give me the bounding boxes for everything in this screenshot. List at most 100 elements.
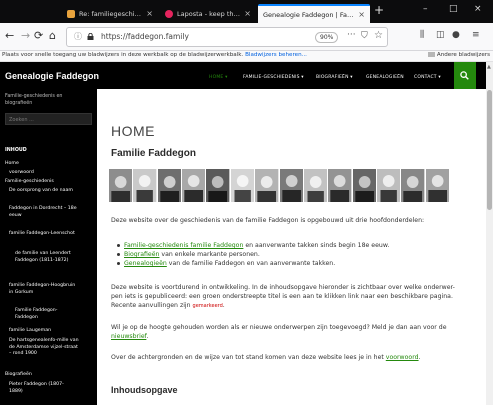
- sidebar-item-faddegon-faddegon[interactable]: Familie Faddegon-Faddegon: [15, 308, 75, 321]
- other-bookmarks-label: Andere bladwijzers: [436, 52, 490, 58]
- page-title: HOME: [111, 123, 155, 139]
- newsletter-text: Wil je op de hoogte gehouden worden als …: [111, 324, 447, 340]
- navigation-bar: ← → ⟳ ⌂ ⓘ https://faddegon.family 90% ··…: [0, 23, 493, 51]
- other-bookmarks[interactable]: Andere bladwijzers: [427, 52, 490, 58]
- browser-tab-2[interactable]: Laposta - keep them posted ×: [160, 4, 256, 23]
- laposta-icon: [165, 9, 173, 18]
- section-list: Familie-geschiedenis familie Faddegon en…: [117, 241, 457, 268]
- list-item: Familie-geschiedenis familie Faddegon en…: [117, 241, 457, 250]
- list-item: Biografieën van enkele markante personen…: [117, 250, 457, 259]
- bookmarks-bar: Plaats voor snelle toegang uw bladwijzer…: [0, 51, 493, 62]
- site-header: Genealogie Faddegon HOME ▾ FAMILIE-GESCH…: [0, 62, 486, 89]
- sidebar-item-dordrecht[interactable]: Faddegon in Dordrecht – 18e eeuw: [9, 206, 81, 219]
- close-icon[interactable]: ×: [244, 9, 251, 18]
- portrait-image: [352, 169, 376, 202]
- back-icon[interactable]: ←: [5, 30, 14, 42]
- manage-bookmarks-link[interactable]: Bladwijzers beheren...: [245, 52, 307, 58]
- browser-tab-3[interactable]: Genealogie Faddegon | Familie-gesc... ×: [258, 4, 370, 23]
- library-icon[interactable]: ⫼: [420, 30, 424, 40]
- site-tagline: Familie-geschiedenis en biografieën: [5, 94, 63, 106]
- tab-label: Laposta - keep them posted: [177, 9, 240, 18]
- menu-icon[interactable]: ≡: [472, 30, 480, 40]
- folder-icon: [427, 52, 435, 57]
- zoom-level[interactable]: 90%: [315, 32, 339, 43]
- portrait-image: [157, 169, 182, 202]
- portrait-image: [401, 169, 425, 202]
- sidebar-item-vijzelstraat[interactable]: De hartsgenealenfo-mille van de Amsterda…: [9, 338, 79, 358]
- portrait-image: [182, 169, 206, 202]
- portrait-image: [109, 169, 133, 202]
- forward-icon[interactable]: →: [21, 30, 30, 42]
- voorwoord-link[interactable]: voorwoord: [386, 354, 419, 361]
- development-text: Deze website is voortdurend in ontwikkel…: [111, 284, 455, 309]
- menu-genealogieen[interactable]: GENEALOGIEËN: [366, 75, 404, 80]
- sidebar-icon[interactable]: ◫: [436, 30, 445, 40]
- sidebar-item-familie-geschiedenis[interactable]: Familie-geschiedenis: [5, 179, 93, 186]
- account-icon[interactable]: ●: [452, 30, 460, 40]
- highlight-marker: gemarkeerd: [192, 303, 223, 309]
- portrait-image: [133, 169, 157, 202]
- scrollbar-thumb[interactable]: [487, 90, 492, 210]
- sidebar-item-hoogbruin[interactable]: familie Faddegon-Hoogbruin in Gorkum: [9, 283, 79, 296]
- sidebar-heading: INHOUD: [5, 148, 27, 153]
- portrait-image: [376, 169, 401, 202]
- page-actions-icon[interactable]: ···: [347, 30, 356, 40]
- site-title[interactable]: Genealogie Faddegon: [5, 71, 99, 81]
- newsletter-link[interactable]: nieuwsbrief: [111, 333, 146, 340]
- mail-icon: [67, 9, 75, 18]
- reload-icon[interactable]: ⟳: [34, 30, 43, 42]
- sidebar-item-oorsprong[interactable]: De oorsprong van de naam: [9, 188, 81, 195]
- bookmark-star-icon[interactable]: ☆: [374, 30, 383, 41]
- genealogieen-link[interactable]: Genealogieën: [124, 260, 167, 267]
- home-icon[interactable]: ⌂: [49, 30, 56, 42]
- menu-contact[interactable]: CONTACT ▾: [414, 75, 441, 80]
- tab-strip: Re: familiegeschiedenis - jelle... × Lap…: [0, 0, 493, 23]
- search-icon: [460, 71, 469, 80]
- sidebar-item-biografieen[interactable]: Biografieën: [5, 372, 93, 379]
- sidebar-item-voorwoord[interactable]: voorwoord: [9, 170, 97, 177]
- portrait-image: [279, 169, 303, 202]
- pocket-icon[interactable]: ⛉: [361, 31, 368, 41]
- familie-geschiedenis-link[interactable]: Familie-geschiedenis familie Faddegon: [124, 242, 243, 249]
- url-bar[interactable]: ⓘ https://faddegon.family 90% ··· ⛉ ☆: [66, 27, 388, 47]
- main-content: HOME Familie Faddegon Deze website over …: [97, 89, 486, 405]
- sidebar-item-leendert[interactable]: de familie van Leendert Faddegon (1811-1…: [15, 251, 80, 264]
- tab-label: Re: familiegeschiedenis - jelle...: [79, 9, 143, 18]
- intro-text: Deze website over de geschiedenis van de…: [111, 217, 425, 224]
- portrait-image: [230, 169, 255, 202]
- tab-label: Genealogie Faddegon | Familie-gesc...: [263, 10, 354, 19]
- portrait-image: [328, 169, 352, 202]
- site-search-button[interactable]: [454, 62, 476, 89]
- menu-home[interactable]: HOME ▾: [209, 75, 228, 80]
- portrait-image: [303, 169, 328, 202]
- menu-biografieen[interactable]: BIOGRAFIEËN ▾: [316, 75, 353, 80]
- minimize-icon[interactable]: –: [423, 4, 428, 14]
- close-icon[interactable]: ×: [146, 9, 153, 18]
- info-icon[interactable]: ⓘ: [74, 31, 82, 42]
- menu-familie-geschiedenis[interactable]: FAMILIE-GESCHIEDENIS ▾: [243, 75, 304, 80]
- maximize-icon[interactable]: □: [449, 4, 458, 14]
- sidebar: Familie-geschiedenis en biografieën Zoek…: [0, 89, 97, 405]
- list-item: Genealogieën van de familie Faddegon en …: [117, 259, 457, 268]
- sidebar-item-home[interactable]: Home: [5, 161, 93, 168]
- toc-heading: Inhoudsopgave: [111, 385, 178, 395]
- lock-icon: [87, 33, 94, 40]
- portrait-image: [255, 169, 279, 202]
- close-icon[interactable]: ×: [358, 10, 365, 19]
- window-close-icon[interactable]: ×: [474, 4, 482, 14]
- search-input[interactable]: Zoeken ...: [5, 113, 92, 125]
- portrait-strip: [109, 169, 450, 202]
- scroll-up-icon[interactable]: ▲: [487, 64, 491, 70]
- url-text[interactable]: https://faddegon.family: [101, 32, 189, 41]
- portrait-image: [206, 169, 230, 202]
- sidebar-item-leenschot[interactable]: familie Faddegon-Leenschot: [9, 231, 81, 238]
- portrait-image: [425, 169, 450, 202]
- bookmarks-message: Plaats voor snelle toegang uw bladwijzer…: [2, 52, 244, 58]
- sidebar-item-pieter[interactable]: Pieter Faddegon (1807-1889): [9, 382, 69, 395]
- sidebar-item-laugeman[interactable]: familie Laugeman: [9, 328, 97, 335]
- browser-tab-1[interactable]: Re: familiegeschiedenis - jelle... ×: [62, 4, 158, 23]
- family-heading: Familie Faddegon: [111, 148, 197, 159]
- biografieen-link[interactable]: Biografieën: [124, 251, 159, 258]
- new-tab-icon[interactable]: +: [374, 3, 384, 17]
- background-text: Over de achtergronden en de wijze van to…: [111, 354, 421, 361]
